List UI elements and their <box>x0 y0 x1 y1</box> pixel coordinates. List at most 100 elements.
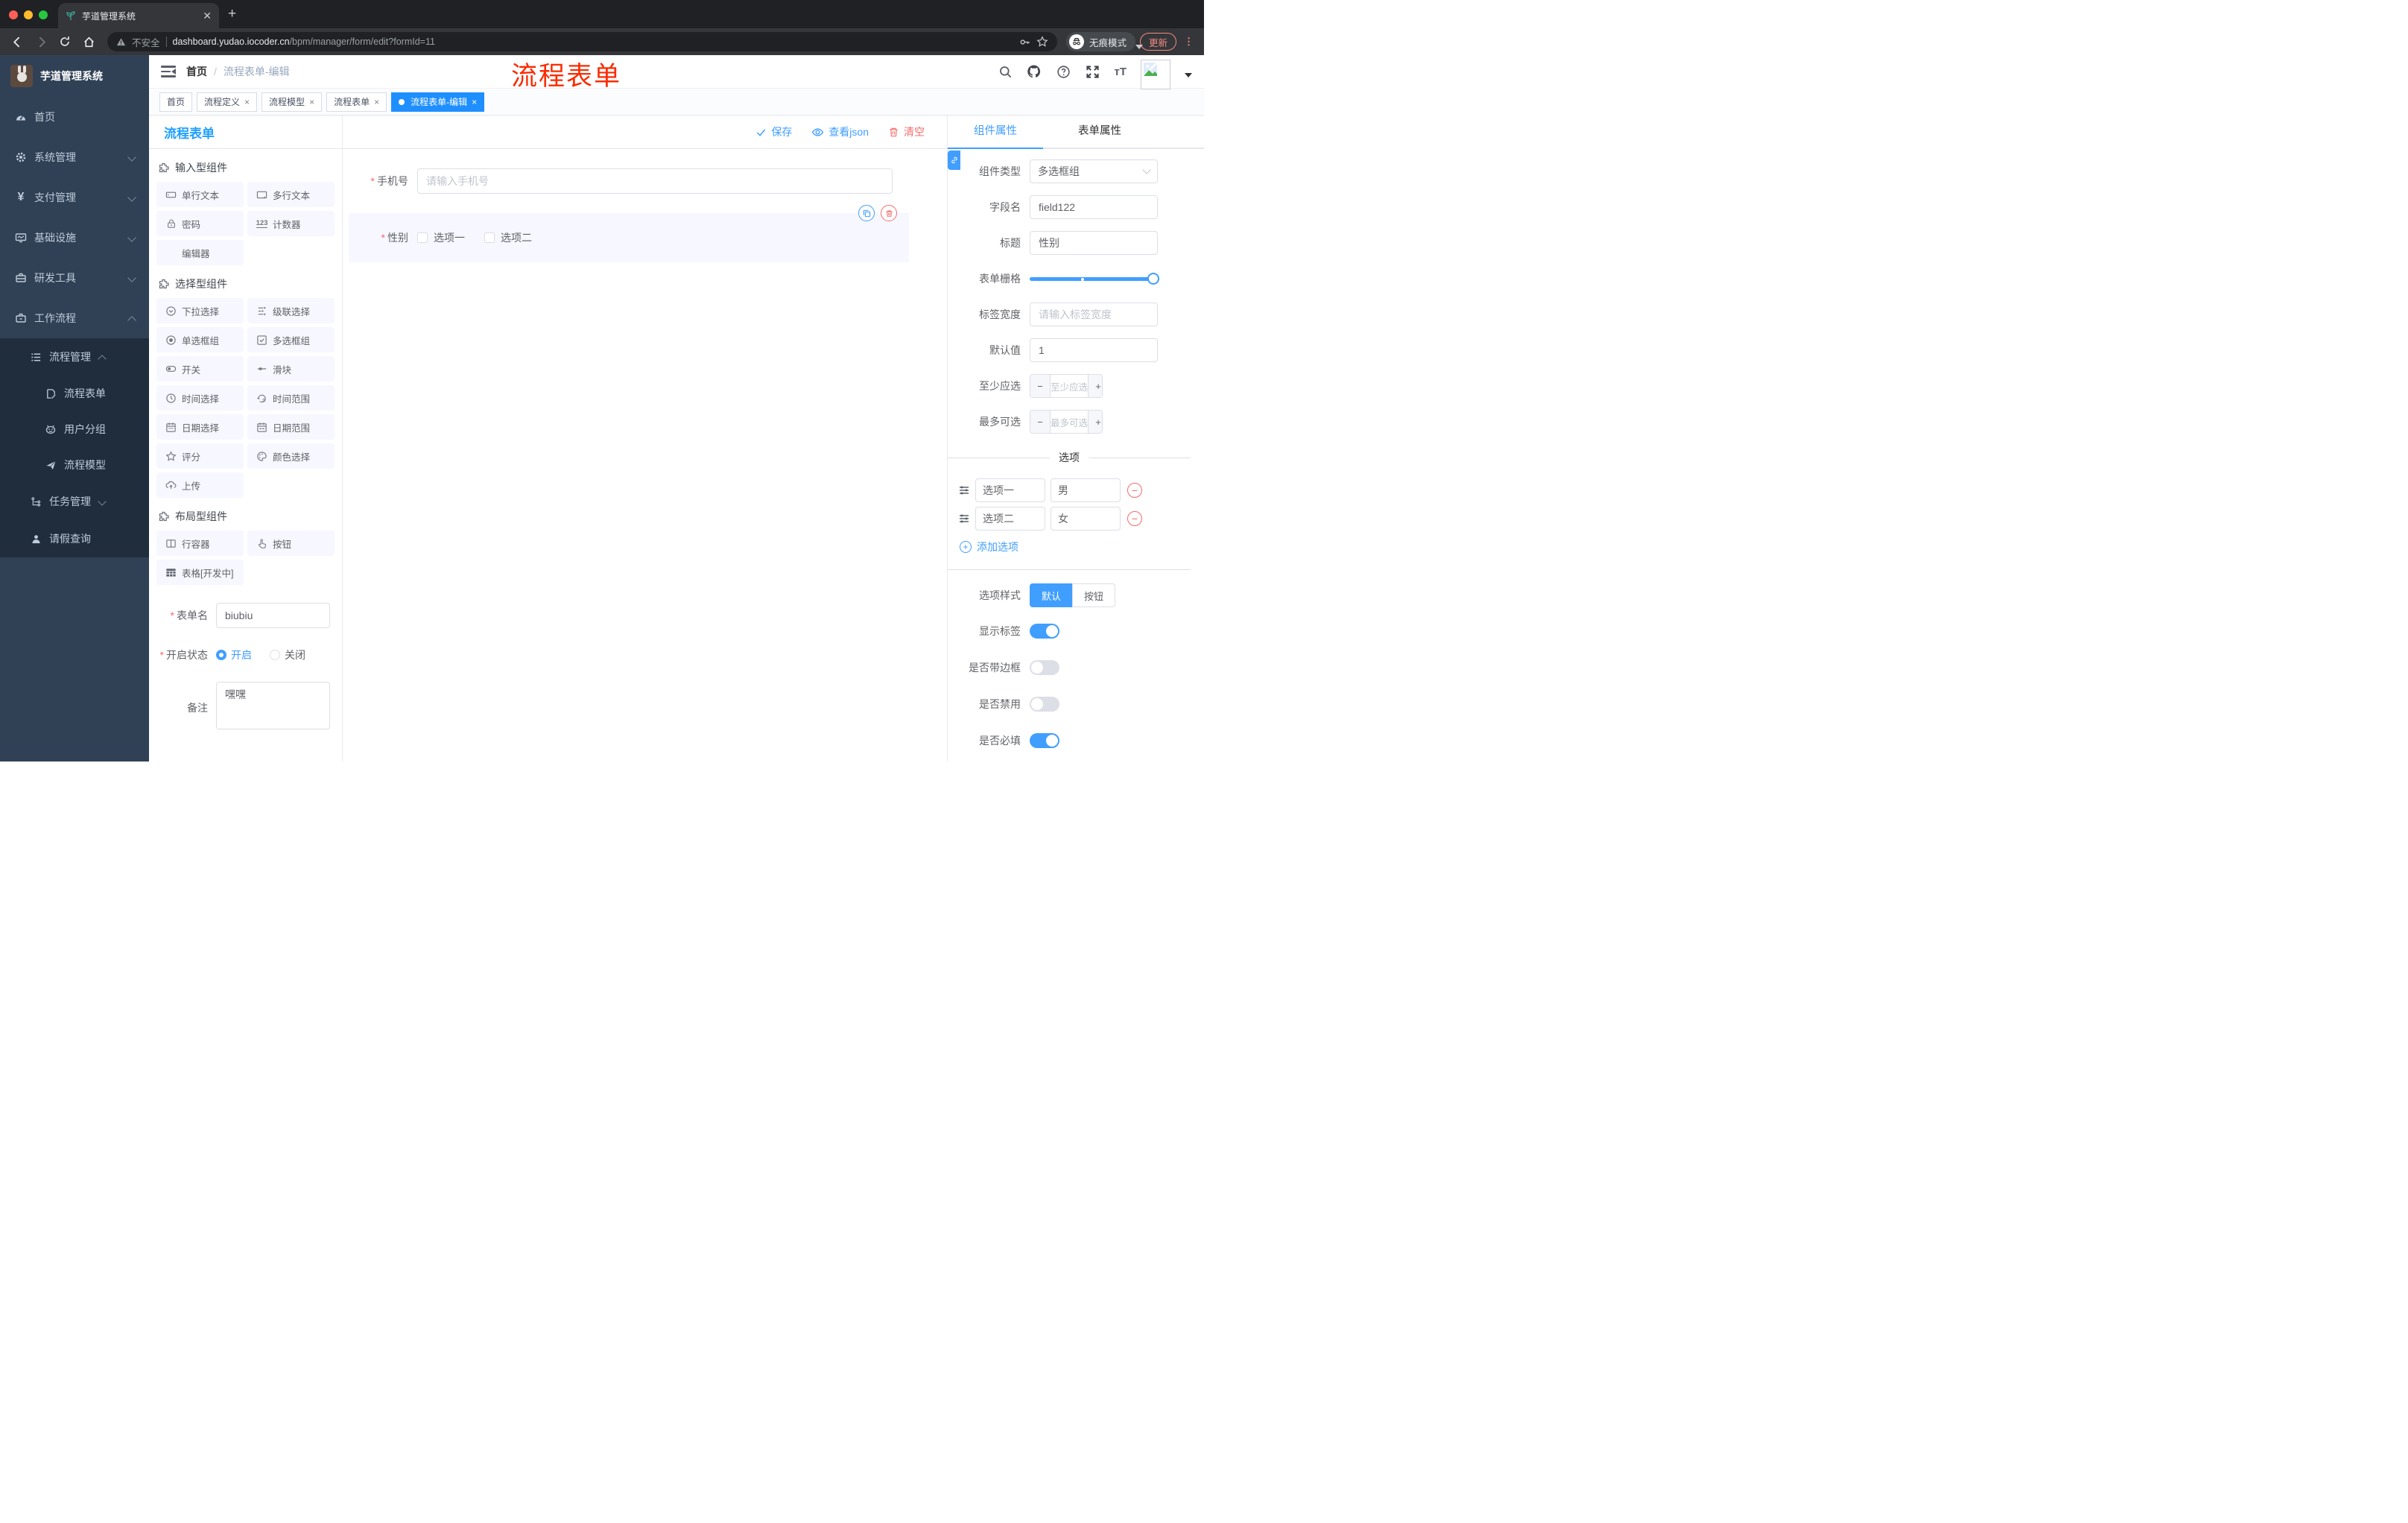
phone-input[interactable] <box>417 168 893 194</box>
palette-item-single-line-text[interactable]: 单行文本 <box>156 182 244 207</box>
component-type-select[interactable]: 多选框组 <box>1030 159 1158 183</box>
increase-button[interactable]: + <box>1089 411 1102 433</box>
min-select-value[interactable]: 至少应选 <box>1050 375 1089 397</box>
minimize-window-button[interactable] <box>24 10 33 19</box>
tab-component-props[interactable]: 组件属性 <box>948 122 1043 149</box>
browser-tab[interactable]: 芋道管理系统 ✕ <box>58 3 219 28</box>
field-name-input[interactable] <box>1030 195 1158 219</box>
palette-item-row-container[interactable]: 行容器 <box>156 531 244 556</box>
option-value-input[interactable] <box>1051 507 1121 531</box>
sidebar-collapse-icon[interactable] <box>161 66 176 77</box>
default-value-input[interactable] <box>1030 338 1158 362</box>
avatar[interactable] <box>1141 60 1170 89</box>
decrease-button[interactable]: − <box>1030 375 1050 397</box>
url-bar[interactable]: 不安全 dashboard.yudao.iocoder.cn/bpm/manag… <box>107 32 1057 51</box>
fullscreen-icon[interactable] <box>1085 64 1100 79</box>
save-button[interactable]: 保存 <box>755 124 792 139</box>
window-controls[interactable] <box>0 10 58 28</box>
slider-track[interactable] <box>1030 277 1158 281</box>
home-icon[interactable] <box>79 32 98 51</box>
status-on-label[interactable]: 开启 <box>231 647 252 662</box>
delete-component-button[interactable] <box>881 205 897 221</box>
increase-button[interactable]: + <box>1089 375 1102 397</box>
palette-item-password[interactable]: 密码 <box>156 211 244 236</box>
font-size-icon[interactable]: ᴛT <box>1114 66 1127 78</box>
decrease-button[interactable]: − <box>1030 411 1050 433</box>
label-width-input[interactable] <box>1030 303 1158 326</box>
form-remark-textarea[interactable]: 嘿嘿 <box>216 682 330 729</box>
add-option-button[interactable]: + 添加选项 <box>960 539 1191 554</box>
close-icon[interactable]: × <box>244 97 250 107</box>
drag-handle-icon[interactable] <box>958 513 970 525</box>
max-select-value[interactable]: 最多可选 <box>1050 411 1089 433</box>
maximize-window-button[interactable] <box>39 10 48 19</box>
tag-process-definition[interactable]: 流程定义 × <box>197 92 258 112</box>
option-label-input[interactable] <box>975 478 1045 502</box>
tab-form-props[interactable]: 表单属性 <box>1061 122 1138 148</box>
close-window-button[interactable] <box>9 10 18 19</box>
help-icon[interactable] <box>1056 64 1071 79</box>
option-label-input[interactable] <box>975 507 1045 531</box>
sidebar-item-infra[interactable]: 基础设施 <box>0 218 149 258</box>
bookmark-star-icon[interactable] <box>1036 36 1048 48</box>
palette-item-switch[interactable]: 开关 <box>156 356 244 381</box>
sidebar-item-task-mgmt[interactable]: 任务管理 <box>0 483 149 520</box>
palette-item-select[interactable]: 下拉选择 <box>156 298 244 323</box>
option-value-input[interactable] <box>1051 478 1121 502</box>
close-icon[interactable]: × <box>309 97 314 107</box>
field-link-handle[interactable] <box>948 151 960 170</box>
status-off-radio[interactable] <box>270 650 280 660</box>
sidebar-item-leave-query[interactable]: 请假查询 <box>0 520 149 557</box>
gender-option-2[interactable]: 选项二 <box>484 230 532 245</box>
browser-caret-icon[interactable] <box>1135 45 1143 49</box>
palette-item-date-picker[interactable]: 日期选择 <box>156 414 244 440</box>
palette-item-button[interactable]: 按钮 <box>247 531 335 556</box>
sidebar-item-process-mgmt[interactable]: 流程管理 <box>0 338 149 376</box>
tag-process-form[interactable]: 流程表单 × <box>326 92 387 112</box>
palette-item-counter[interactable]: 123 计数器 <box>247 211 335 236</box>
copy-component-button[interactable] <box>858 205 875 221</box>
checkbox[interactable] <box>417 232 428 243</box>
border-toggle[interactable] <box>1030 660 1059 675</box>
slider-handle[interactable] <box>1147 273 1159 285</box>
drag-handle-icon[interactable] <box>958 484 970 496</box>
show-label-toggle[interactable] <box>1030 624 1059 639</box>
update-button[interactable]: 更新 <box>1139 33 1176 51</box>
checkbox[interactable] <box>484 232 495 243</box>
github-icon[interactable] <box>1027 64 1042 79</box>
palette-item-color-picker[interactable]: 颜色选择 <box>247 443 335 469</box>
sidebar-item-user-group[interactable]: 用户分组 <box>0 411 149 447</box>
remove-option-button[interactable]: − <box>1127 483 1142 498</box>
security-warning-icon[interactable] <box>116 37 126 47</box>
selected-component-gender[interactable]: * 性别 选项一 选项二 <box>349 205 909 262</box>
palette-item-table[interactable]: 表格[开发中] <box>156 560 244 585</box>
palette-item-time-range[interactable]: 时间范围 <box>247 385 335 411</box>
view-json-button[interactable]: 查看json <box>811 124 869 139</box>
style-default-button[interactable]: 默认 <box>1030 583 1073 607</box>
tag-process-form-edit[interactable]: 流程表单-编辑 × <box>391 92 485 112</box>
palette-item-slider[interactable]: 滑块 <box>247 356 335 381</box>
sidebar-item-workflow[interactable]: 工作流程 <box>0 298 149 338</box>
url-text[interactable]: dashboard.yudao.iocoder.cn/bpm/manager/f… <box>173 37 435 47</box>
sidebar-item-process-model[interactable]: 流程模型 <box>0 447 149 483</box>
reload-icon[interactable] <box>55 32 75 51</box>
palette-item-upload[interactable]: 上传 <box>156 472 244 498</box>
back-icon[interactable] <box>7 32 27 51</box>
close-icon[interactable]: × <box>374 97 379 107</box>
disabled-toggle[interactable] <box>1030 697 1059 712</box>
sidebar-item-home[interactable]: 首页 <box>0 97 149 137</box>
form-grid-slider[interactable] <box>1030 267 1159 291</box>
status-off-label[interactable]: 关闭 <box>285 647 305 662</box>
palette-item-checkbox-group[interactable]: 多选框组 <box>247 327 335 352</box>
palette-item-rate[interactable]: 评分 <box>156 443 244 469</box>
sidebar-item-system[interactable]: 系统管理 <box>0 137 149 177</box>
title-input[interactable] <box>1030 231 1158 255</box>
sidebar-logo[interactable]: 芋道管理系统 <box>0 55 149 97</box>
palette-item-time-picker[interactable]: 时间选择 <box>156 385 244 411</box>
close-icon[interactable]: × <box>472 97 477 107</box>
browser-menu-icon[interactable]: ⋮ <box>1181 36 1197 48</box>
remove-option-button[interactable]: − <box>1127 511 1142 526</box>
tab-close-icon[interactable]: ✕ <box>203 10 212 21</box>
sidebar-item-payment[interactable]: ¥ 支付管理 <box>0 177 149 218</box>
new-tab-button[interactable]: + <box>219 6 247 28</box>
